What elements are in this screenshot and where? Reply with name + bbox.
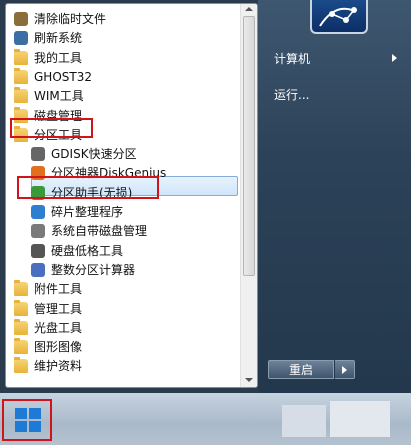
program-item-label: 硬盘低格工具 [51, 243, 124, 258]
chevron-right-icon [342, 366, 347, 374]
calculator-icon [31, 262, 45, 277]
refresh-monitor-icon [14, 31, 28, 46]
tray-obscured-2 [330, 401, 390, 437]
partition-tools-highlight [10, 118, 93, 138]
run-link[interactable]: 运行... [274, 86, 309, 103]
program-item-label: 清除临时文件 [34, 12, 107, 26]
program-item-label: 附件工具 [34, 282, 83, 297]
scroll-up-icon[interactable] [245, 7, 253, 11]
computer-link[interactable]: 计算机 [274, 50, 310, 67]
folder-icon [14, 48, 28, 65]
folder-icon [14, 280, 28, 297]
program-item-label: 我的工具 [34, 50, 83, 65]
program-item-label: 管理工具 [34, 301, 83, 316]
tray-obscured [282, 405, 326, 437]
program-item-label: 整数分区计算器 [51, 262, 136, 277]
start-button[interactable] [2, 399, 52, 441]
windows-logo-icon [15, 408, 43, 434]
program-item-label: WIM工具 [34, 89, 84, 104]
broom-icon [14, 12, 28, 26]
program-item-label: 维护资料 [34, 359, 83, 374]
disk-tool-icon [31, 147, 45, 162]
program-item-label: 碎片整理程序 [51, 205, 124, 219]
program-item-label: GHOST32 [34, 69, 92, 84]
disk-management-icon [31, 224, 45, 239]
program-item-label: 光盘工具 [34, 320, 83, 335]
folder-icon [14, 338, 28, 355]
folder-icon [14, 357, 28, 374]
computer-submenu-arrow-icon[interactable] [392, 54, 397, 62]
folder-icon [14, 318, 28, 335]
scroll-down-icon[interactable] [245, 378, 253, 382]
defrag-icon [31, 205, 45, 219]
shutdown-options-button[interactable] [335, 360, 355, 379]
folder-icon [14, 299, 28, 316]
program-item-label: 刷新系统 [34, 31, 83, 46]
restart-button[interactable]: 重启 [268, 360, 334, 379]
taskbar [0, 393, 411, 445]
program-item-label: 图形图像 [34, 340, 83, 355]
user-picture[interactable] [310, 0, 368, 34]
folder-icon [14, 87, 28, 104]
partition-assistant-highlight [17, 176, 159, 199]
folder-icon [14, 67, 28, 84]
scroll-thumb[interactable] [243, 16, 255, 276]
program-list-scrollbar[interactable] [240, 4, 257, 387]
program-item-label: 系统自带磁盘管理 [51, 224, 148, 239]
hdd-format-icon [31, 243, 45, 258]
program-item-label: GDISK快速分区 [51, 147, 137, 162]
network-star-icon [319, 7, 357, 27]
